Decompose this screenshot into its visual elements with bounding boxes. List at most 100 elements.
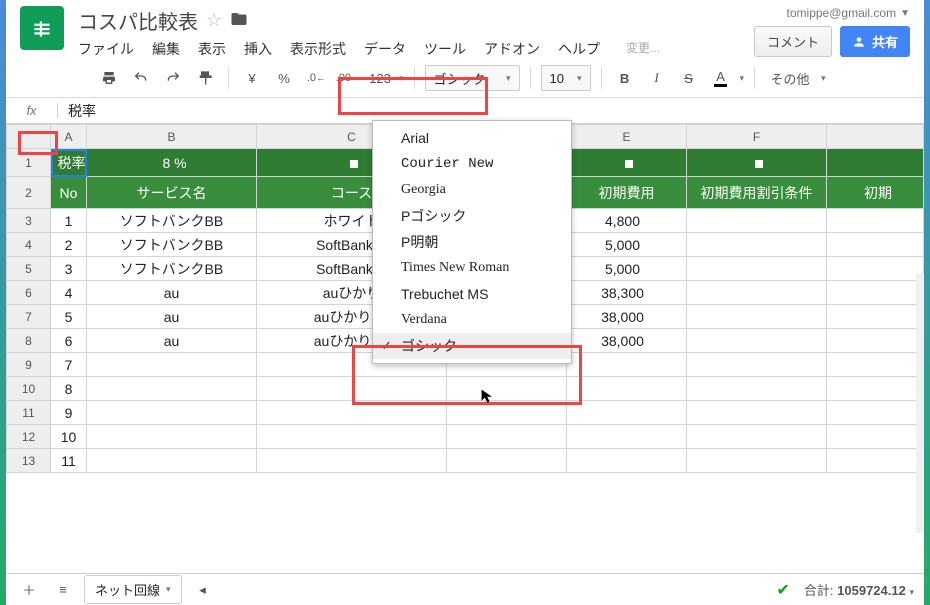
paint-format-icon[interactable] bbox=[192, 65, 218, 91]
sheet-scroll-left[interactable]: ◂ bbox=[190, 577, 216, 603]
cell[interactable]: 38,000 bbox=[567, 329, 687, 353]
dec-less-button[interactable]: .0← bbox=[303, 65, 329, 91]
cell[interactable] bbox=[827, 329, 924, 353]
font-option[interactable]: Verdana bbox=[373, 307, 571, 333]
cell[interactable]: au bbox=[87, 305, 257, 329]
cell[interactable] bbox=[687, 233, 827, 257]
menu-addons[interactable]: アドオン bbox=[484, 39, 540, 59]
cell[interactable] bbox=[257, 401, 447, 425]
text-color-button[interactable]: A bbox=[708, 65, 734, 91]
undo-icon[interactable] bbox=[128, 65, 154, 91]
cell[interactable] bbox=[687, 281, 827, 305]
cell[interactable]: 7 bbox=[51, 353, 87, 377]
row-header-3[interactable]: 3 bbox=[7, 209, 51, 233]
font-menu[interactable]: ArialCourier NewGeorgiaPゴシックP明朝Times New… bbox=[372, 120, 572, 364]
fontsize-picker[interactable]: 10 ▾ bbox=[541, 65, 591, 91]
cell[interactable] bbox=[447, 401, 567, 425]
cell[interactable]: 5 bbox=[51, 305, 87, 329]
filter-icon[interactable] bbox=[349, 159, 359, 169]
filter-icon[interactable] bbox=[754, 159, 764, 169]
row-header-4[interactable]: 4 bbox=[7, 233, 51, 257]
quicksum[interactable]: 合計: 1059724.12 ▾ bbox=[804, 580, 914, 599]
row-header-9[interactable]: 9 bbox=[7, 353, 51, 377]
cell[interactable] bbox=[87, 377, 257, 401]
menu-file[interactable]: ファイル bbox=[78, 39, 134, 59]
cell[interactable] bbox=[87, 449, 257, 473]
vertical-scrollbar[interactable] bbox=[916, 274, 924, 533]
row-header-7[interactable]: 7 bbox=[7, 305, 51, 329]
cell-A1[interactable]: 税率 bbox=[51, 149, 87, 177]
star-icon[interactable]: ☆ bbox=[206, 10, 222, 31]
cell[interactable]: 3 bbox=[51, 257, 87, 281]
font-option[interactable]: Courier New bbox=[373, 151, 571, 177]
cell-E1[interactable] bbox=[567, 149, 687, 177]
all-sheets-button[interactable]: ≡ bbox=[50, 577, 76, 603]
row-header-6[interactable]: 6 bbox=[7, 281, 51, 305]
bold-button[interactable]: B bbox=[612, 65, 638, 91]
strike-button[interactable]: S bbox=[676, 65, 702, 91]
filter-icon[interactable] bbox=[624, 159, 634, 169]
menu-edit[interactable]: 編集 bbox=[152, 39, 180, 59]
cell[interactable] bbox=[687, 377, 827, 401]
cell[interactable]: 2 bbox=[51, 233, 87, 257]
cell[interactable]: 11 bbox=[51, 449, 87, 473]
dec-more-button[interactable]: .00→ bbox=[335, 65, 361, 91]
font-option[interactable]: Georgia bbox=[373, 177, 571, 203]
share-button[interactable]: 共有 bbox=[840, 26, 910, 57]
font-option[interactable]: Pゴシック bbox=[373, 203, 571, 229]
cell[interactable] bbox=[567, 377, 687, 401]
row-header-11[interactable]: 11 bbox=[7, 401, 51, 425]
folder-icon[interactable] bbox=[230, 10, 248, 31]
col-header-E[interactable]: E bbox=[567, 125, 687, 149]
header-init-disc[interactable]: 初期費用割引条件 bbox=[687, 177, 827, 209]
cell[interactable]: 4 bbox=[51, 281, 87, 305]
font-option[interactable]: Times New Roman bbox=[373, 255, 571, 281]
cell[interactable] bbox=[257, 425, 447, 449]
account-caret-icon[interactable]: ▼ bbox=[900, 8, 910, 19]
cell-G1[interactable] bbox=[827, 149, 924, 177]
add-sheet-button[interactable]: ＋ bbox=[16, 577, 42, 603]
cell[interactable]: 6 bbox=[51, 329, 87, 353]
redo-icon[interactable] bbox=[160, 65, 186, 91]
cell-B1[interactable]: 8 % bbox=[87, 149, 257, 177]
cell[interactable] bbox=[257, 449, 447, 473]
cell[interactable] bbox=[687, 257, 827, 281]
cell[interactable] bbox=[567, 401, 687, 425]
cell[interactable]: ソフトバンクBB bbox=[87, 257, 257, 281]
row-header-2[interactable]: 2 bbox=[7, 177, 51, 209]
row-header-8[interactable]: 8 bbox=[7, 329, 51, 353]
cell[interactable] bbox=[447, 377, 567, 401]
other-button[interactable]: その他 bbox=[765, 65, 815, 91]
row-header-12[interactable]: 12 bbox=[7, 425, 51, 449]
doc-title[interactable]: コスパ比較表 bbox=[78, 6, 198, 35]
cell[interactable] bbox=[827, 377, 924, 401]
cell[interactable]: 4,800 bbox=[567, 209, 687, 233]
cell[interactable]: ソフトバンクBB bbox=[87, 209, 257, 233]
cell-F1[interactable] bbox=[687, 149, 827, 177]
cell[interactable]: au bbox=[87, 281, 257, 305]
cell[interactable] bbox=[827, 257, 924, 281]
user-email[interactable]: tomippe@gmail.com bbox=[787, 6, 897, 20]
col-header-F[interactable]: F bbox=[687, 125, 827, 149]
cell[interactable] bbox=[687, 209, 827, 233]
cell[interactable]: 38,300 bbox=[567, 281, 687, 305]
menu-help[interactable]: ヘルプ bbox=[558, 39, 600, 59]
cell[interactable] bbox=[87, 353, 257, 377]
cell[interactable] bbox=[827, 233, 924, 257]
cell[interactable] bbox=[87, 425, 257, 449]
cell[interactable] bbox=[687, 305, 827, 329]
cell[interactable] bbox=[827, 281, 924, 305]
cell[interactable] bbox=[567, 425, 687, 449]
col-header-A[interactable]: A bbox=[51, 125, 87, 149]
print-icon[interactable] bbox=[96, 65, 122, 91]
cell[interactable]: 8 bbox=[51, 377, 87, 401]
cell[interactable] bbox=[687, 329, 827, 353]
menu-changes[interactable]: 変更... bbox=[626, 39, 660, 59]
font-option[interactable]: ✓ゴシック bbox=[373, 333, 571, 359]
cell[interactable] bbox=[567, 353, 687, 377]
cell[interactable]: 1 bbox=[51, 209, 87, 233]
header-init2[interactable]: 初期 bbox=[827, 177, 924, 209]
menu-insert[interactable]: 挿入 bbox=[244, 39, 272, 59]
select-all-cell[interactable] bbox=[7, 125, 51, 149]
cell[interactable] bbox=[827, 425, 924, 449]
